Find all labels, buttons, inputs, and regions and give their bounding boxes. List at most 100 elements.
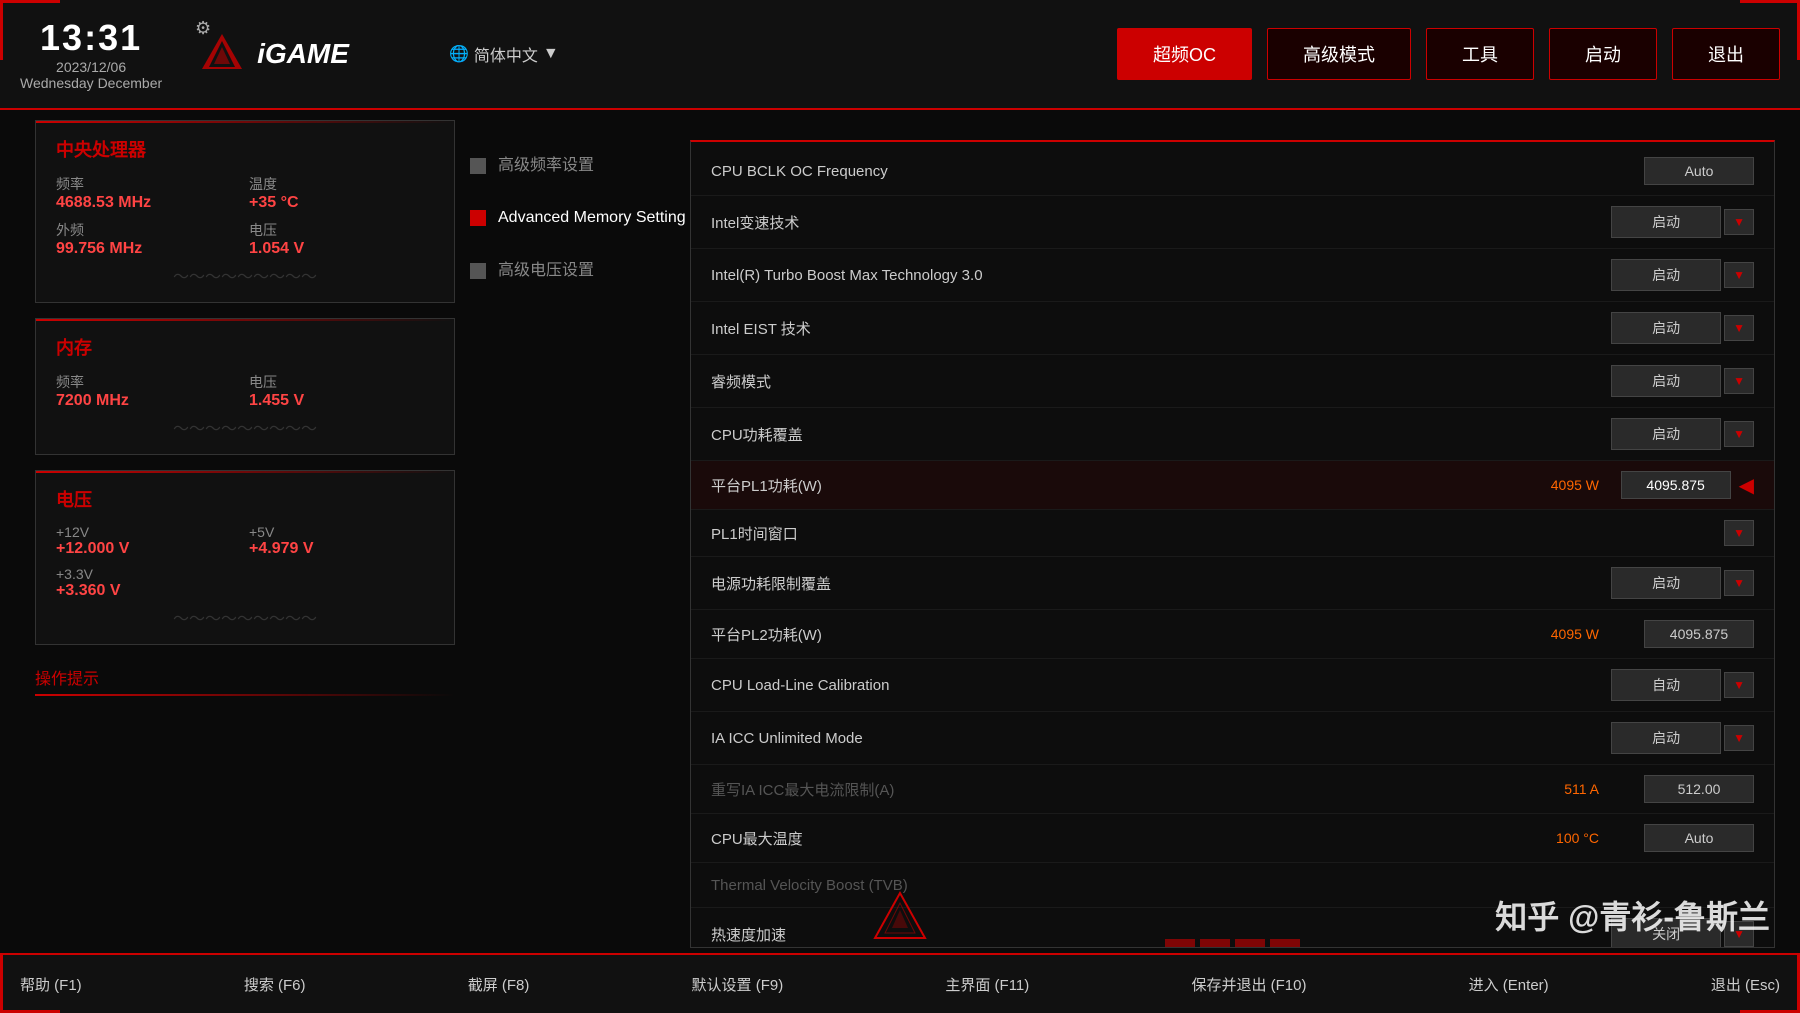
- bottom-logo: [870, 888, 930, 948]
- voltage-card-title: 电压: [56, 486, 434, 512]
- setting-control-11: 启动▼: [1611, 722, 1754, 754]
- cpu-temp-section: 温度 +35 °C: [249, 174, 434, 212]
- setting-control-4: 启动▼: [1611, 365, 1754, 397]
- dropdown-arrow-1[interactable]: ▼: [1724, 209, 1754, 235]
- setting-unit-9: 4095 W: [1519, 626, 1599, 642]
- setting-row-11[interactable]: IA ICC Unlimited Mode启动▼: [691, 712, 1774, 765]
- sidebar-item-freq-label: 高级频率设置: [498, 155, 594, 177]
- cpu-card-title: 中央处理器: [56, 136, 434, 162]
- sidebar-item-memory-settings[interactable]: Advanced Memory Setting: [470, 202, 690, 234]
- sidebar-item-voltage-label: 高级电压设置: [498, 260, 594, 282]
- lang-dropdown-arrow: ▼: [543, 45, 559, 63]
- cpu-voltage-value: 1.054 V: [249, 240, 434, 258]
- setting-value-box-5[interactable]: 启动: [1611, 418, 1721, 450]
- bottom-item-1[interactable]: 搜索 (F6): [244, 974, 306, 995]
- setting-control-5: 启动▼: [1611, 418, 1754, 450]
- setting-name-7: PL1时间窗口: [711, 523, 1614, 544]
- nav-indicator-voltage: [470, 263, 486, 279]
- bottom-item-5[interactable]: 保存并退出 (F10): [1191, 974, 1306, 995]
- nav-btn-advanced-mode[interactable]: 高级模式: [1267, 28, 1411, 80]
- nav-indicator-freq: [470, 158, 486, 174]
- setting-row-0[interactable]: CPU BCLK OC FrequencyAuto: [691, 147, 1774, 196]
- bottom-item-4[interactable]: 主界面 (F11): [945, 974, 1029, 995]
- mem-voltage-value: 1.455 V: [249, 392, 434, 410]
- gear-icon[interactable]: ⚙: [195, 18, 211, 39]
- setting-row-3[interactable]: Intel EIST 技术启动▼: [691, 302, 1774, 355]
- dropdown-arrow-8[interactable]: ▼: [1724, 570, 1754, 596]
- corner-decoration-br: [1740, 953, 1800, 1013]
- v33-value: +3.360 V: [56, 582, 241, 600]
- setting-value-box-13[interactable]: Auto: [1644, 824, 1754, 852]
- memory-card: 内存 频率 7200 MHz 电压 1.455 V 〜〜〜〜〜〜〜〜〜: [35, 318, 455, 455]
- dropdown-arrow-10[interactable]: ▼: [1724, 672, 1754, 698]
- setting-row-1[interactable]: Intel变速技术启动▼: [691, 196, 1774, 249]
- setting-value-box-9[interactable]: 4095.875: [1644, 620, 1754, 648]
- setting-value-box-2[interactable]: 启动: [1611, 259, 1721, 291]
- setting-unit-13: 100 °C: [1519, 830, 1599, 846]
- setting-unit-12: 511 A: [1519, 781, 1599, 797]
- cpu-card: 中央处理器 频率 4688.53 MHz 温度 +35 °C 外频 99.756…: [35, 120, 455, 303]
- setting-value-box-1[interactable]: 启动: [1611, 206, 1721, 238]
- bottom-item-3[interactable]: 默认设置 (F9): [692, 974, 784, 995]
- setting-value-box-3[interactable]: 启动: [1611, 312, 1721, 344]
- header-left: 13:31 2023/12/06 Wednesday December ⚙ iG…: [20, 17, 559, 91]
- dropdown-arrow-4[interactable]: ▼: [1724, 368, 1754, 394]
- setting-value-box-6[interactable]: 4095.875: [1621, 471, 1731, 499]
- setting-value-box-0[interactable]: Auto: [1644, 157, 1754, 185]
- operation-tips-section: 操作提示: [35, 660, 455, 696]
- cpu-freq-value: 4688.53 MHz: [56, 194, 241, 212]
- v33-section: +3.3V +3.360 V: [56, 566, 241, 600]
- setting-value-box-8[interactable]: 启动: [1611, 567, 1721, 599]
- setting-control-0: Auto: [1614, 157, 1754, 185]
- setting-value-box-12[interactable]: 512.00: [1644, 775, 1754, 803]
- v5-section: +5V +4.979 V: [249, 524, 434, 558]
- cpu-temp-value: +35 °C: [249, 194, 434, 212]
- corner-decoration-tl: [0, 0, 60, 60]
- voltage-card-grid: +12V +12.000 V +5V +4.979 V +3.3V +3.360…: [56, 524, 434, 600]
- dropdown-arrow-5[interactable]: ▼: [1724, 421, 1754, 447]
- setting-row-5[interactable]: CPU功耗覆盖启动▼: [691, 408, 1774, 461]
- watermark: 知乎 @青衫-鲁斯兰: [1495, 892, 1770, 938]
- setting-value-box-11[interactable]: 启动: [1611, 722, 1721, 754]
- setting-name-6: 平台PL1功耗(W): [711, 475, 1519, 496]
- setting-value-box-10[interactable]: 自动: [1611, 669, 1721, 701]
- setting-row-6[interactable]: 平台PL1功耗(W)4095 W4095.875◀: [691, 461, 1774, 510]
- setting-unit-6: 4095 W: [1519, 477, 1599, 493]
- memory-card-grid: 频率 7200 MHz 电压 1.455 V: [56, 372, 434, 410]
- bottom-item-6[interactable]: 进入 (Enter): [1469, 974, 1549, 995]
- setting-row-12[interactable]: 重写IA ICC最大电流限制(A)511 A512.00: [691, 765, 1774, 814]
- bottom-item-2[interactable]: 截屏 (F8): [468, 974, 530, 995]
- dropdown-arrow-7[interactable]: ▼: [1724, 520, 1754, 546]
- cpu-freq-label: 频率 4688.53 MHz: [56, 174, 241, 212]
- bottom-bar: 帮助 (F1)搜索 (F6)截屏 (F8)默认设置 (F9)主界面 (F11)保…: [0, 953, 1800, 1013]
- v12-section: +12V +12.000 V: [56, 524, 241, 558]
- nav-btn-overclocking[interactable]: 超频OC: [1117, 28, 1252, 80]
- sidebar-item-voltage-settings[interactable]: 高级电压设置: [470, 255, 690, 287]
- nav-buttons: 超频OC 高级模式 工具 启动 退出: [1117, 28, 1780, 80]
- setting-row-10[interactable]: CPU Load-Line Calibration自动▼: [691, 659, 1774, 712]
- setting-row-4[interactable]: 睿频模式启动▼: [691, 355, 1774, 408]
- dropdown-arrow-3[interactable]: ▼: [1724, 315, 1754, 341]
- volt-wave-decoration: 〜〜〜〜〜〜〜〜〜: [56, 605, 434, 629]
- dropdown-arrow-11[interactable]: ▼: [1724, 725, 1754, 751]
- nav-btn-tools[interactable]: 工具: [1426, 28, 1534, 80]
- memory-card-title: 内存: [56, 334, 434, 360]
- corner-decoration-bl: [0, 953, 60, 1013]
- setting-row-2[interactable]: Intel(R) Turbo Boost Max Technology 3.0启…: [691, 249, 1774, 302]
- setting-row-7[interactable]: PL1时间窗口 ▼: [691, 510, 1774, 557]
- cpu-voltage-section: 电压 1.054 V: [249, 220, 434, 258]
- cpu-extfreq-section: 外频 99.756 MHz: [56, 220, 241, 258]
- nav-btn-boot[interactable]: 启动: [1549, 28, 1657, 80]
- sidebar-item-freq-settings[interactable]: 高级频率设置: [470, 150, 690, 182]
- nav-indicator-memory: [470, 210, 486, 226]
- igame-logo-text: iGAME: [257, 38, 349, 70]
- setting-name-5: CPU功耗覆盖: [711, 424, 1611, 445]
- setting-row-9[interactable]: 平台PL2功耗(W)4095 W4095.875: [691, 610, 1774, 659]
- setting-value-box-4[interactable]: 启动: [1611, 365, 1721, 397]
- setting-row-13[interactable]: CPU最大温度100 °CAuto: [691, 814, 1774, 863]
- dropdown-arrow-2[interactable]: ▼: [1724, 262, 1754, 288]
- setting-name-4: 睿频模式: [711, 371, 1611, 392]
- setting-row-8[interactable]: 电源功耗限制覆盖启动▼: [691, 557, 1774, 610]
- lang-selector[interactable]: 🌐 简体中文 ▼: [449, 42, 559, 66]
- v5-value: +4.979 V: [249, 540, 434, 558]
